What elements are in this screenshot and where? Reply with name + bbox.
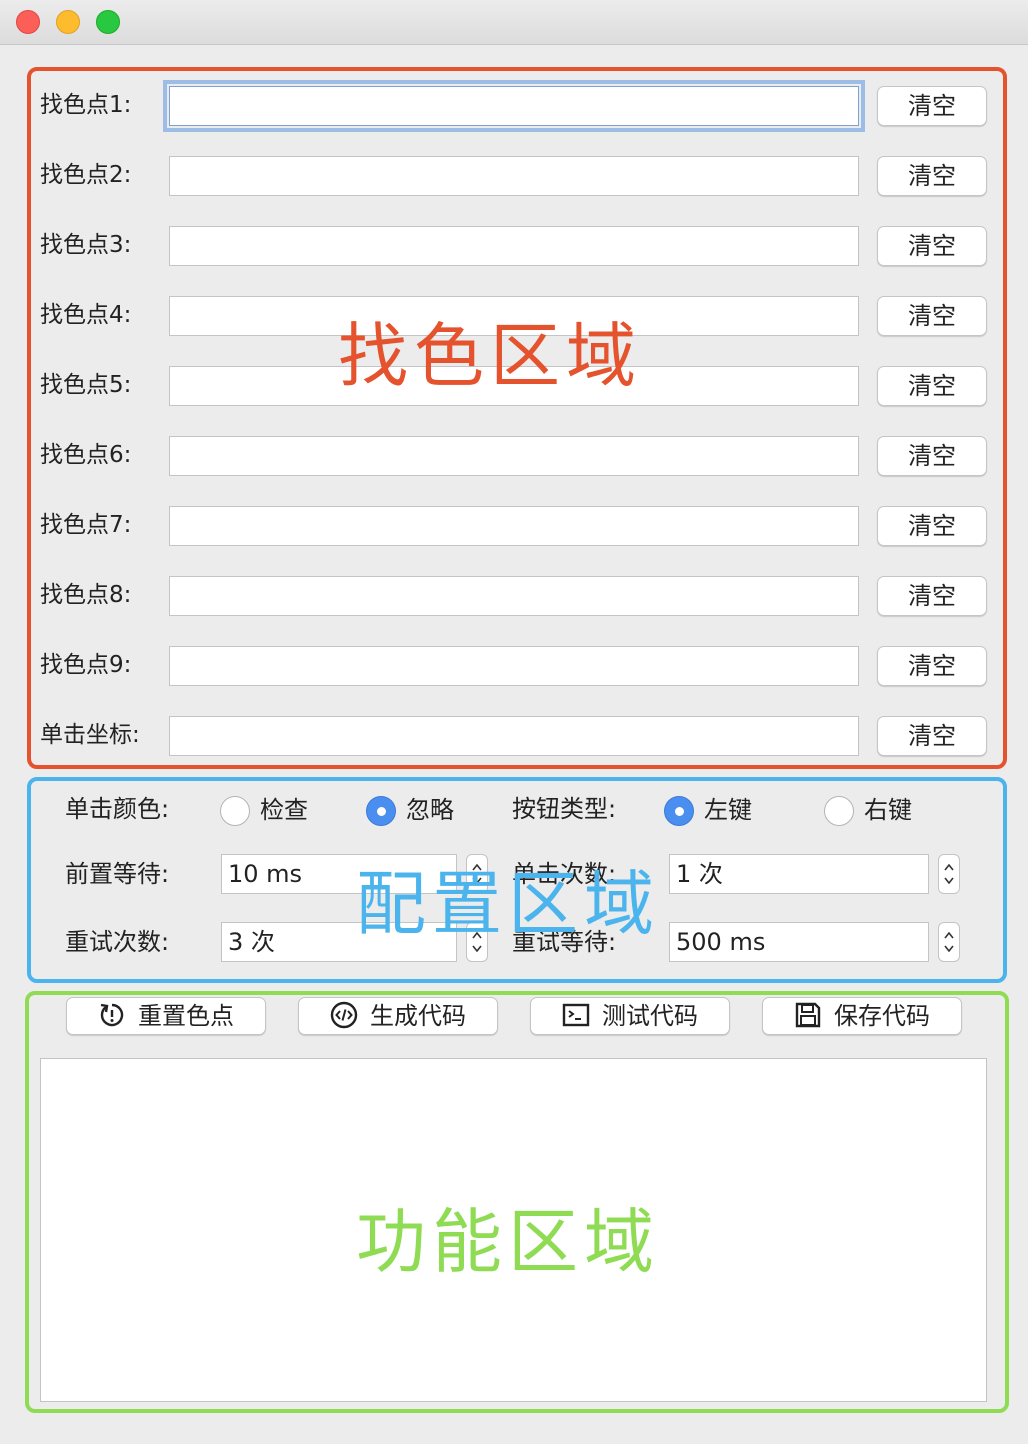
click-coordinate-input[interactable] [169,716,859,756]
close-window-button[interactable] [16,10,40,34]
test-code-label: 测试代码 [602,1002,698,1030]
check-radio[interactable] [220,796,250,826]
find-color-point-4-input[interactable] [169,296,859,336]
find-color-point-5-label: 找色点5: [40,372,132,398]
save-code-label: 保存代码 [834,1002,930,1030]
pre-wait-stepper[interactable] [466,854,488,894]
find-color-point-5-input[interactable] [169,366,859,406]
clear-point-8-button[interactable]: 清空 [877,576,987,616]
code-output-area[interactable] [40,1058,987,1402]
retry-wait-stepper[interactable] [938,922,960,962]
click-count-input[interactable]: 1 次 [669,854,929,894]
reset-icon [100,1003,124,1027]
find-color-point-3-input[interactable] [169,226,859,266]
save-icon [795,1002,821,1028]
retry-count-label: 重试次数: [65,928,170,956]
retry-wait-input[interactable]: 500 ms [669,922,929,962]
click-count-stepper[interactable] [938,854,960,894]
generate-code-button[interactable]: 生成代码 [298,997,498,1035]
pre-wait-label: 前置等待: [65,860,170,888]
find-color-point-2-label: 找色点2: [40,162,132,188]
save-code-button[interactable]: 保存代码 [762,997,962,1035]
clear-point-9-button[interactable]: 清空 [877,646,987,686]
ignore-radio-label[interactable]: 忽略 [406,790,454,830]
minimize-window-button[interactable] [56,10,80,34]
retry-wait-label: 重试等待: [512,928,617,956]
find-color-point-1-label: 找色点1: [40,92,132,118]
window-titlebar [0,0,1028,45]
find-color-point-6-label: 找色点6: [40,442,132,468]
terminal-icon [562,1003,590,1027]
click-color-label: 单击颜色: [65,795,170,823]
pre-wait-input[interactable]: 10 ms [221,854,457,894]
click-count-label: 单击次数: [512,860,617,888]
click-coordinate-label: 单击坐标: [40,722,140,748]
reset-points-button[interactable]: 重置色点 [66,997,266,1035]
stepper-arrows-icon [472,931,482,953]
find-color-point-8-label: 找色点8: [40,582,132,608]
zoom-window-button[interactable] [96,10,120,34]
right-key-radio[interactable] [824,796,854,826]
stepper-arrows-icon [944,931,954,953]
stepper-arrows-icon [472,863,482,885]
retry-count-input[interactable]: 3 次 [221,922,457,962]
find-color-point-3-label: 找色点3: [40,232,132,258]
clear-point-6-button[interactable]: 清空 [877,436,987,476]
find-color-point-7-input[interactable] [169,506,859,546]
left-key-radio[interactable] [664,796,694,826]
clear-point-7-button[interactable]: 清空 [877,506,987,546]
clear-point-5-button[interactable]: 清空 [877,366,987,406]
reset-points-label: 重置色点 [138,1002,234,1030]
clear-point-2-button[interactable]: 清空 [877,156,987,196]
find-color-point-9-label: 找色点9: [40,652,132,678]
clear-click-coordinate-button[interactable]: 清空 [877,716,987,756]
find-color-point-1-input[interactable] [163,80,865,132]
find-color-point-9-input[interactable] [169,646,859,686]
ignore-radio[interactable] [366,796,396,826]
check-radio-label[interactable]: 检查 [260,790,308,830]
find-color-point-2-input[interactable] [169,156,859,196]
find-color-point-7-label: 找色点7: [40,512,132,538]
clear-point-4-button[interactable]: 清空 [877,296,987,336]
find-color-point-4-label: 找色点4: [40,302,132,328]
find-color-point-6-input[interactable] [169,436,859,476]
code-icon [330,1001,358,1029]
clear-point-3-button[interactable]: 清空 [877,226,987,266]
generate-code-label: 生成代码 [370,1002,466,1030]
find-color-point-8-input[interactable] [169,576,859,616]
test-code-button[interactable]: 测试代码 [530,997,730,1035]
clear-point-1-button[interactable]: 清空 [877,86,987,126]
button-type-label: 按钮类型: [512,795,617,823]
left-key-radio-label[interactable]: 左键 [704,790,752,830]
stepper-arrows-icon [944,863,954,885]
right-key-radio-label[interactable]: 右键 [864,790,912,830]
retry-count-stepper[interactable] [466,922,488,962]
